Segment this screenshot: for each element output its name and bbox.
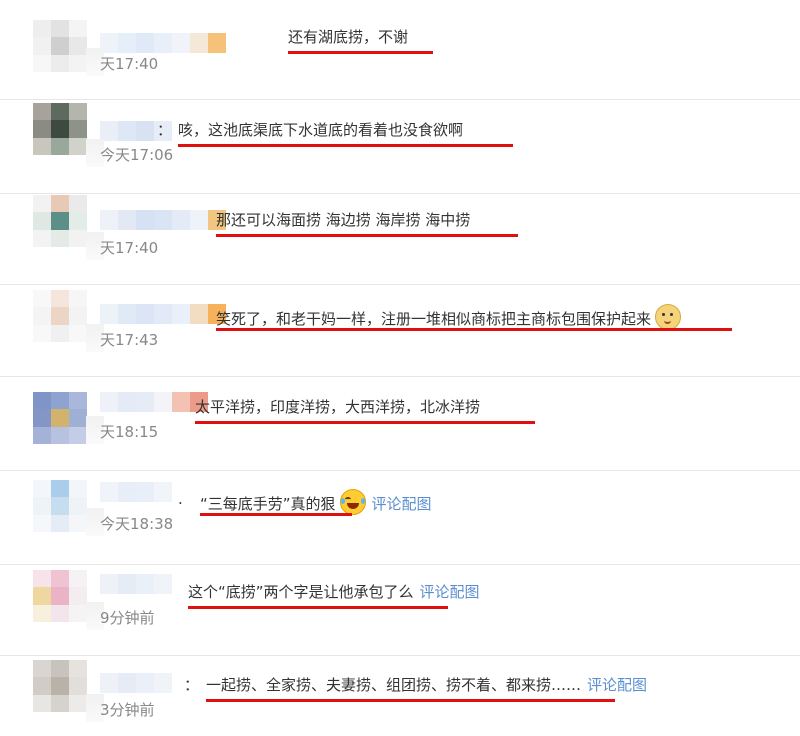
comment-divider <box>0 193 800 194</box>
username[interactable] <box>100 210 226 230</box>
comment-separator: . <box>178 490 183 508</box>
comment-separator: ： <box>157 121 173 139</box>
red-underline-annotation <box>200 513 352 516</box>
comment-separator: ： <box>184 676 200 694</box>
username[interactable] <box>100 673 172 693</box>
red-underline-annotation <box>178 144 513 147</box>
red-underline-annotation <box>216 328 732 331</box>
avatar[interactable] <box>33 290 87 342</box>
red-underline-annotation <box>216 234 518 237</box>
comment-timestamp: 3分钟前 <box>100 701 155 719</box>
comment-body: 一起捞、全家捞、夫妻捞、组团捞、捞不着、都来捞…… <box>206 676 582 694</box>
comment-text: “三每底手劳”真的狠 评论配图 <box>200 489 432 515</box>
red-underline-annotation <box>188 606 448 609</box>
avatar[interactable] <box>33 103 87 155</box>
comment-text: 咳，这池底渠底下水道底的看着也没食欲啊 <box>178 120 463 140</box>
comment-divider <box>0 564 800 565</box>
red-underline-annotation <box>206 699 615 702</box>
comment-timestamp: 天18:15 <box>100 423 159 441</box>
comment-timestamp: 天17:43 <box>100 331 159 349</box>
comment-text: 笑死了，和老干妈一样，注册一堆相似商标把主商标包围保护起来 <box>216 304 682 330</box>
view-comment-image-link[interactable]: 评论配图 <box>587 676 647 694</box>
avatar[interactable] <box>33 570 87 622</box>
comment-timestamp: 9分钟前 <box>100 609 155 627</box>
comment-body: 这个“底捞”两个字是让他承包了么 <box>188 583 414 601</box>
avatar[interactable] <box>33 480 87 532</box>
comment-text: 这个“底捞”两个字是让他承包了么 评论配图 <box>188 582 480 602</box>
comment-timestamp: 天17:40 <box>100 239 159 257</box>
avatar[interactable] <box>33 660 87 712</box>
username[interactable] <box>100 33 226 53</box>
comment-divider <box>0 376 800 377</box>
comment-text: 那还可以海面捞 海边捞 海岸捞 海中捞 <box>216 210 470 230</box>
username[interactable] <box>100 304 226 324</box>
doge-icon <box>655 304 682 330</box>
username[interactable] <box>100 392 208 412</box>
comment-divider <box>0 655 800 656</box>
red-underline-annotation <box>195 421 535 424</box>
view-comment-image-link[interactable]: 评论配图 <box>420 583 480 601</box>
comment-timestamp: 天17:40 <box>100 55 159 73</box>
avatar[interactable] <box>33 392 87 444</box>
comment-timestamp: 今天18:38 <box>100 515 174 533</box>
username[interactable] <box>100 482 172 502</box>
comment-text: 一起捞、全家捞、夫妻捞、组团捞、捞不着、都来捞…… 评论配图 <box>206 675 647 695</box>
comment-divider <box>0 99 800 100</box>
comment-text: 太平洋捞，印度洋捞，大西洋捞，北冰洋捞 <box>195 397 480 417</box>
comment-body: “三每底手劳”真的狠 <box>200 495 336 513</box>
comment-body: 那还可以海面捞 海边捞 海岸捞 海中捞 <box>216 211 471 229</box>
comment-body: 咳，这池底渠底下水道底的看着也没食欲啊 <box>178 121 464 139</box>
avatar[interactable] <box>33 195 87 247</box>
username[interactable] <box>100 574 172 594</box>
comment-divider <box>0 470 800 471</box>
view-comment-image-link[interactable]: 评论配图 <box>372 495 432 513</box>
comment-body: 太平洋捞，印度洋捞，大西洋捞，北冰洋捞 <box>195 398 481 416</box>
avatar[interactable] <box>33 20 87 72</box>
red-underline-annotation <box>288 51 433 54</box>
comment-body: 还有湖底捞，不谢 <box>288 28 409 46</box>
comment-body: 笑死了，和老干妈一样，注册一堆相似商标把主商标包围保护起来 <box>216 310 652 328</box>
comment-text: 还有湖底捞，不谢 <box>288 27 408 47</box>
comment-divider <box>0 284 800 285</box>
comment-timestamp: 今天17:06 <box>100 146 174 164</box>
laugh-cry-icon <box>339 489 366 515</box>
